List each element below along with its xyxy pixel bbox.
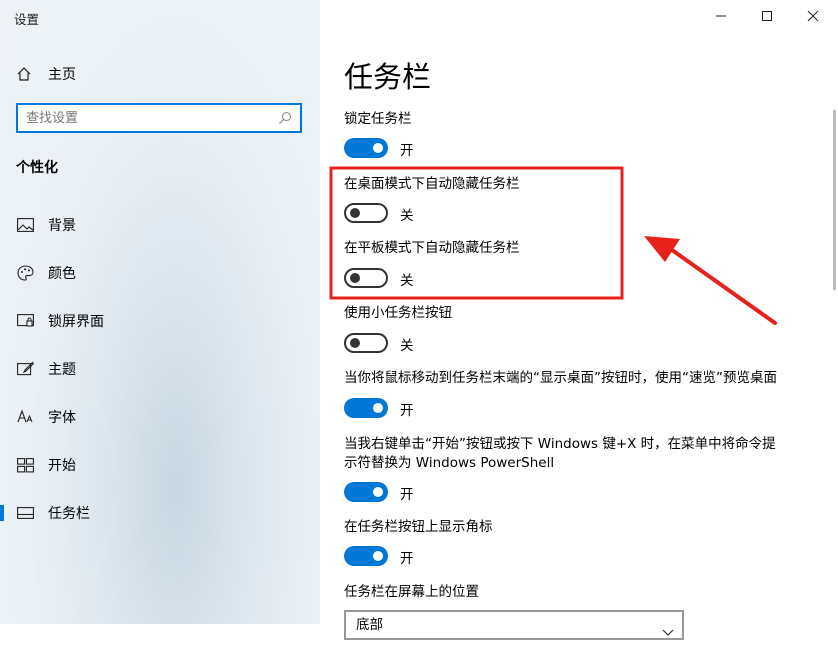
maximize-icon	[761, 7, 773, 26]
toggle-state-text: 关	[400, 273, 414, 289]
setting-label-autohide-desktop: 在桌面模式下自动隐藏任务栏	[344, 176, 520, 192]
powershell-toggle[interactable]	[344, 482, 388, 502]
sidebar-item-label: 字体	[48, 410, 76, 426]
sidebar-item-label: 背景	[48, 218, 76, 234]
autohide-desktop-toggle[interactable]	[344, 203, 388, 223]
maximize-button[interactable]	[744, 0, 790, 32]
dropdown-value: 底部	[356, 617, 383, 633]
search-icon[interactable]	[278, 111, 294, 125]
taskbar-position-dropdown[interactable]: 底部	[344, 610, 684, 640]
setting-label-lock-taskbar: 锁定任务栏	[344, 111, 412, 127]
setting-label-powershell: 当我右键单击“开始”按钮或按下 Windows 键+X 时，在菜单中将命令提 示…	[344, 435, 776, 473]
sidebar-item-label: 开始	[48, 458, 76, 474]
toggle-state-text: 开	[400, 403, 414, 419]
page-title: 任务栏	[344, 60, 432, 94]
picture-icon	[16, 216, 34, 234]
close-button[interactable]	[790, 0, 836, 32]
taskbar-icon	[16, 504, 34, 522]
peek-toggle[interactable]	[344, 398, 388, 418]
sidebar-item-lock-screen[interactable]: 锁屏界面	[0, 305, 320, 337]
scrollbar[interactable]	[833, 110, 836, 290]
home-icon	[16, 66, 32, 82]
sidebar-item-label: 任务栏	[48, 506, 90, 522]
toggle-state-text: 关	[400, 338, 414, 354]
start-tiles-icon	[16, 456, 34, 474]
minimize-button[interactable]	[698, 0, 744, 32]
palette-icon	[16, 264, 34, 282]
close-icon	[807, 7, 819, 26]
autohide-tablet-toggle[interactable]	[344, 268, 388, 288]
setting-label-position: 任务栏在屏幕上的位置	[344, 584, 479, 600]
setting-label-autohide-tablet: 在平板模式下自动隐藏任务栏	[344, 240, 520, 256]
section-title: 个性化	[16, 160, 58, 176]
lock-taskbar-toggle[interactable]	[344, 138, 388, 158]
setting-label-line: 示符替换为 Windows PowerShell	[344, 455, 555, 471]
search-box[interactable]	[16, 103, 302, 133]
main-content: 任务栏 锁定任务栏 开 在桌面模式下自动隐藏任务栏 关 在平板模式下自动隐藏任务…	[320, 0, 838, 640]
sidebar-item-colors[interactable]: 颜色	[0, 257, 320, 289]
sidebar-item-label: 锁屏界面	[48, 314, 104, 330]
toggle-state-text: 关	[400, 208, 414, 224]
sidebar-item-background[interactable]: 背景	[0, 209, 320, 241]
badges-toggle[interactable]	[344, 546, 388, 566]
search-input[interactable]	[18, 109, 278, 127]
app-title: 设置	[14, 12, 40, 27]
sidebar-item-themes[interactable]: 主题	[0, 353, 320, 385]
setting-label-line: 当我右键单击“开始”按钮或按下 Windows 键+X 时，在菜单中将命令提	[344, 436, 776, 452]
font-icon	[16, 408, 34, 426]
sidebar-item-fonts[interactable]: 字体	[0, 401, 320, 433]
toggle-state-text: 开	[400, 487, 414, 503]
sidebar: 设置 主页 个性化 背景 颜色 锁屏界面 主题	[0, 0, 320, 624]
home-nav-item[interactable]: 主页	[16, 63, 76, 85]
toggle-state-text: 开	[400, 551, 414, 567]
setting-label-badges: 在任务栏按钮上显示角标	[344, 519, 493, 535]
setting-label-peek: 当你将鼠标移动到任务栏末端的“显示桌面”按钮时，使用“速览”预览桌面	[344, 370, 777, 386]
sidebar-item-label: 颜色	[48, 266, 76, 282]
sidebar-item-start[interactable]: 开始	[0, 449, 320, 481]
toggle-state-text: 开	[400, 143, 414, 159]
setting-label-small-buttons: 使用小任务栏按钮	[344, 305, 452, 321]
theme-brush-icon	[16, 360, 34, 378]
lock-screen-icon	[16, 312, 34, 330]
small-buttons-toggle[interactable]	[344, 333, 388, 353]
home-label: 主页	[48, 67, 76, 83]
sidebar-item-label: 主题	[48, 362, 76, 378]
minimize-icon	[715, 7, 727, 26]
sidebar-item-taskbar[interactable]: 任务栏	[0, 497, 320, 529]
